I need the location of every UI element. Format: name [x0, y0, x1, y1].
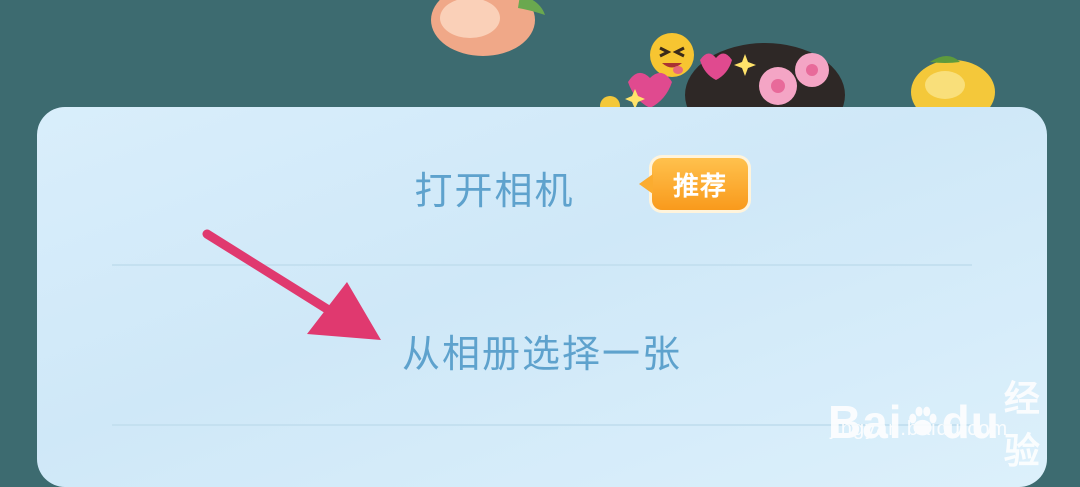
annotation-arrow-icon [202, 229, 381, 340]
open-camera-option[interactable]: 打开相机 [37, 147, 1047, 227]
badge-pointer [639, 174, 653, 194]
peach-icon [431, 0, 545, 56]
recommend-badge-label: 推荐 [672, 171, 727, 202]
choose-from-album-label: 从相册选择一张 [401, 331, 682, 376]
recommend-badge: 推荐 [639, 158, 748, 210]
baidu-jingyan-watermark: Bai du 经验 jingyan.baidu.com [828, 342, 1040, 471]
open-camera-label: 打开相机 [414, 168, 575, 213]
watermark-url: jingyan.baidu.com [830, 418, 1009, 440]
watermark-logo-cn: 经验 [1003, 378, 1041, 471]
laughing-emoji-icon [650, 33, 694, 77]
